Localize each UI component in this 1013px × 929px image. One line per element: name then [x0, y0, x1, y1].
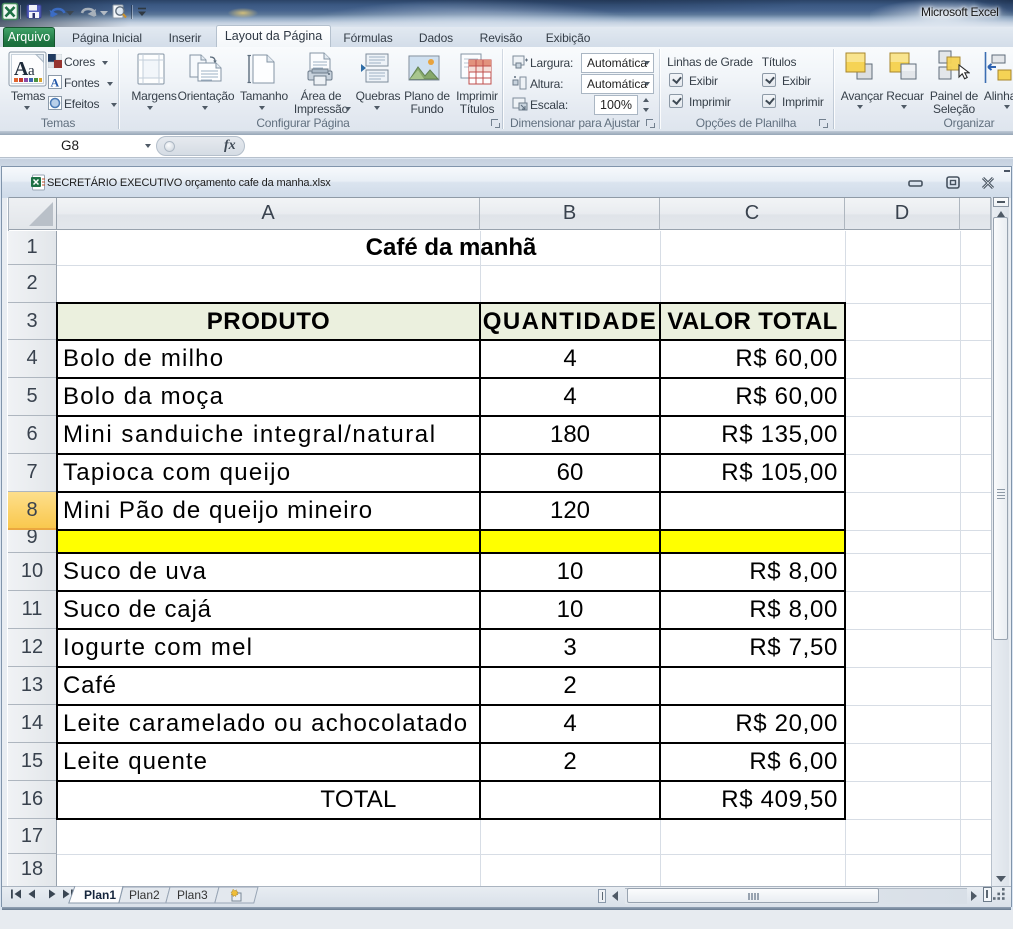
svg-text:a: a [28, 63, 35, 79]
svg-text:A: A [14, 58, 29, 80]
svg-text:Plan1: Plan1 [84, 888, 116, 902]
svg-text:A: A [51, 76, 60, 90]
svg-text:Plan3: Plan3 [177, 888, 208, 902]
svg-text:Plan2: Plan2 [129, 888, 160, 902]
